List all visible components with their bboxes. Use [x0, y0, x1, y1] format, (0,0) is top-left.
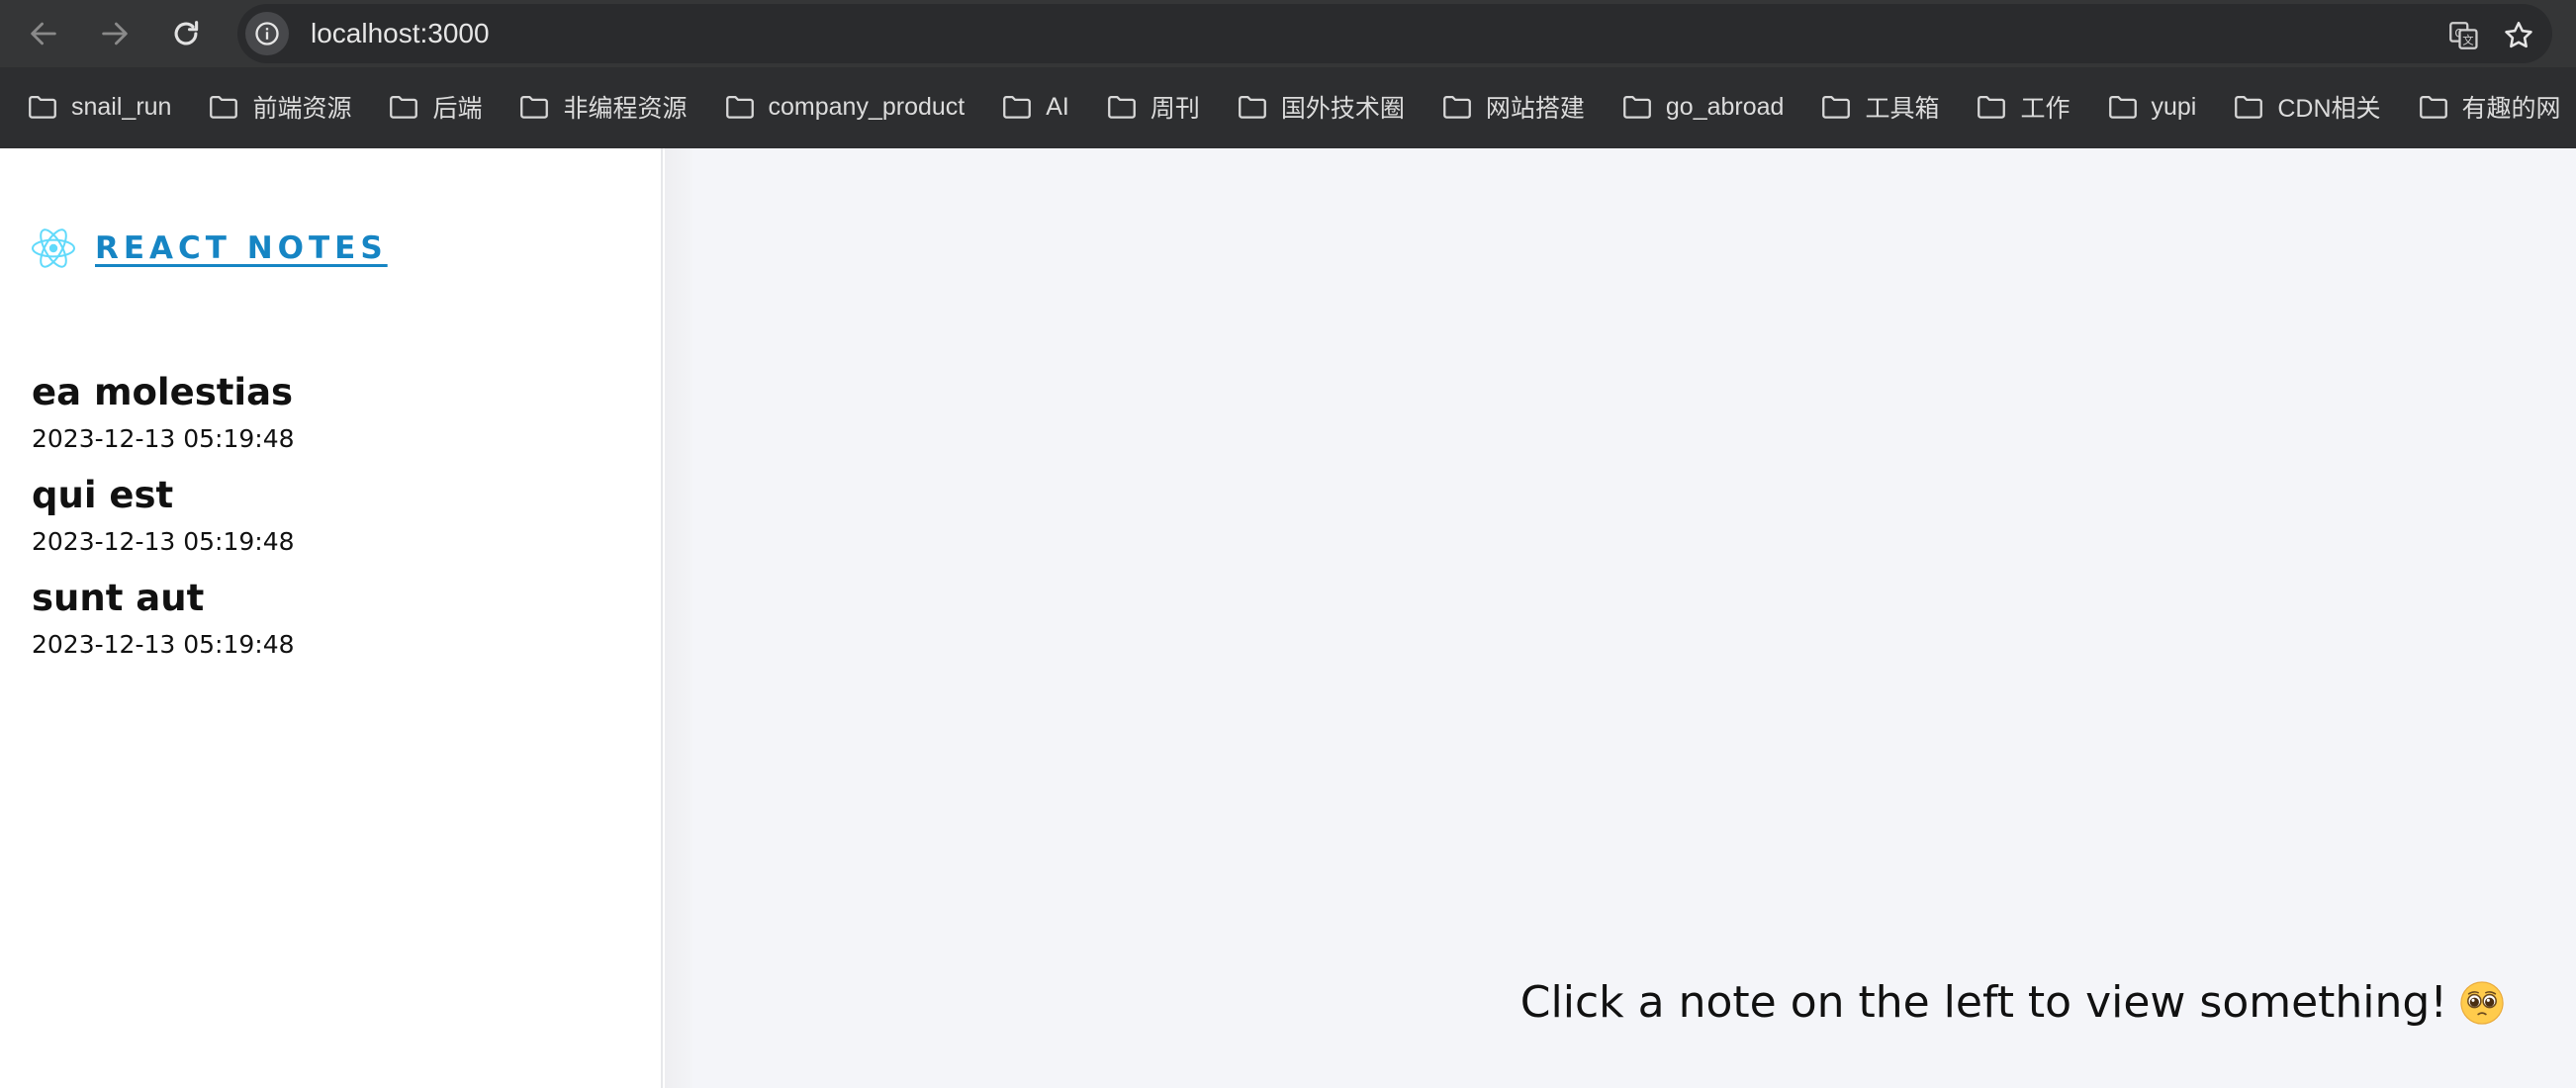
- bookmarks-bar: snail_run 前端资源 后端 非编程资源 company_product AI 周刊 国…: [0, 85, 2576, 129]
- empty-state: Click a note on the left to view somethi…: [1520, 977, 2505, 1028]
- url-text[interactable]: localhost:3000: [311, 18, 490, 49]
- translate-icon: G 文: [2449, 22, 2478, 49]
- note-date: 2023-12-13 05:19:48: [32, 424, 295, 453]
- site-info-button[interactable]: [245, 12, 289, 55]
- back-button[interactable]: [20, 10, 67, 57]
- bookmark-folder[interactable]: 国外技术圈: [1236, 85, 1405, 129]
- folder-icon: [390, 95, 418, 119]
- bookmark-star-button[interactable]: [2499, 16, 2538, 55]
- folder-icon: [520, 95, 549, 119]
- bookmark-folder[interactable]: 网站搭建: [1440, 85, 1585, 129]
- folder-icon: [1003, 95, 1032, 119]
- folder-icon: [1107, 95, 1136, 119]
- note-title[interactable]: ea molestias: [32, 368, 645, 417]
- browser-toolbar: localhost:3000 G 文: [0, 0, 2576, 67]
- bookmark-label: 国外技术圈: [1280, 95, 1405, 123]
- pleading-face-icon: [2460, 980, 2504, 1025]
- reload-button[interactable]: [162, 10, 210, 57]
- bookmark-label: 周刊: [1150, 95, 1200, 123]
- folder-icon: [210, 95, 238, 119]
- folder-icon: [2235, 95, 2263, 119]
- bookmark-folder[interactable]: CDN相关: [2232, 85, 2381, 129]
- note-viewer: [692, 148, 2576, 1088]
- bookmark-folder[interactable]: company_product: [723, 85, 966, 129]
- bookmark-label: snail_run: [71, 92, 172, 121]
- folder-icon: [29, 95, 56, 119]
- note-title[interactable]: sunt aut: [32, 574, 645, 623]
- bookmark-folder[interactable]: 后端: [387, 85, 482, 129]
- bookmark-label: CDN相关: [2277, 95, 2381, 123]
- bookmark-label: 工具箱: [1865, 95, 1940, 123]
- note-item[interactable]: sunt aut 2023-12-13 05:19:48: [32, 574, 645, 677]
- bookmark-label: 后端: [432, 95, 483, 123]
- bookmark-folder[interactable]: 工作: [1975, 85, 2070, 129]
- folder-icon: [1822, 95, 1851, 119]
- brand-title[interactable]: REACT NOTES: [95, 230, 388, 266]
- folder-icon: [2108, 95, 2137, 119]
- bookmark-label: 有趣的网: [2461, 95, 2561, 123]
- sidebar: REACT NOTES ea molestias 2023-12-13 05:1…: [0, 148, 663, 1088]
- bookmark-folder[interactable]: 周刊: [1105, 85, 1200, 129]
- notes-list: ea molestias 2023-12-13 05:19:48 qui est…: [32, 368, 645, 677]
- bookmark-label: 工作: [2020, 95, 2070, 123]
- folder-icon: [725, 95, 754, 119]
- star-icon: [2505, 21, 2532, 48]
- bookmark-folder[interactable]: 前端资源: [207, 85, 351, 129]
- folder-icon: [1623, 95, 1651, 119]
- bookmark-label: 非编程资源: [563, 95, 688, 123]
- bookmark-folder[interactable]: snail_run: [26, 85, 171, 129]
- bookmark-folder[interactable]: yupi: [2106, 85, 2197, 129]
- translate-button[interactable]: G 文: [2443, 16, 2483, 55]
- forward-button[interactable]: [91, 10, 138, 57]
- empty-state-message: Click a note on the left to view somethi…: [1519, 977, 2447, 1028]
- react-logo-icon: [32, 228, 75, 268]
- note-date: 2023-12-13 05:19:48: [32, 630, 295, 659]
- bookmark-folder[interactable]: 非编程资源: [517, 85, 688, 129]
- note-date: 2023-12-13 05:19:48: [32, 527, 295, 556]
- bookmark-label: go_abroad: [1665, 92, 1785, 121]
- folder-icon: [1443, 95, 1471, 119]
- folder-icon: [1238, 95, 1266, 119]
- bookmark-label: company_product: [768, 92, 966, 121]
- bookmark-label: AI: [1046, 92, 1069, 121]
- svg-text:文: 文: [2462, 34, 2473, 47]
- bookmark-label: yupi: [2151, 92, 2197, 121]
- note-title[interactable]: qui est: [32, 471, 645, 520]
- note-item[interactable]: qui est 2023-12-13 05:19:48: [32, 471, 645, 574]
- bookmark-label: 前端资源: [252, 95, 352, 123]
- bookmark-folder[interactable]: go_abroad: [1620, 85, 1785, 129]
- reload-icon: [174, 21, 199, 45]
- folder-icon: [2419, 95, 2447, 119]
- bookmark-folder[interactable]: AI: [1000, 85, 1069, 129]
- browser-chrome: localhost:3000 G 文 snail_run 前端资源 后端 非编程资源 c…: [0, 0, 2576, 148]
- address-bar[interactable]: localhost:3000 G 文: [237, 4, 2552, 63]
- note-item[interactable]: ea molestias 2023-12-13 05:19:48: [32, 368, 645, 471]
- bookmark-folder[interactable]: 有趣的网: [2417, 85, 2561, 129]
- brand-link[interactable]: REACT NOTES: [30, 224, 388, 273]
- arrow-right-icon: [102, 22, 128, 45]
- arrow-left-icon: [31, 22, 56, 45]
- sidebar-divider: [665, 148, 692, 1088]
- folder-icon: [1978, 95, 2006, 119]
- info-icon: [255, 22, 279, 45]
- page-content: REACT NOTES ea molestias 2023-12-13 05:1…: [0, 148, 2576, 1088]
- bookmark-label: 网站搭建: [1485, 95, 1585, 123]
- bookmark-folder[interactable]: 工具箱: [1819, 85, 1939, 129]
